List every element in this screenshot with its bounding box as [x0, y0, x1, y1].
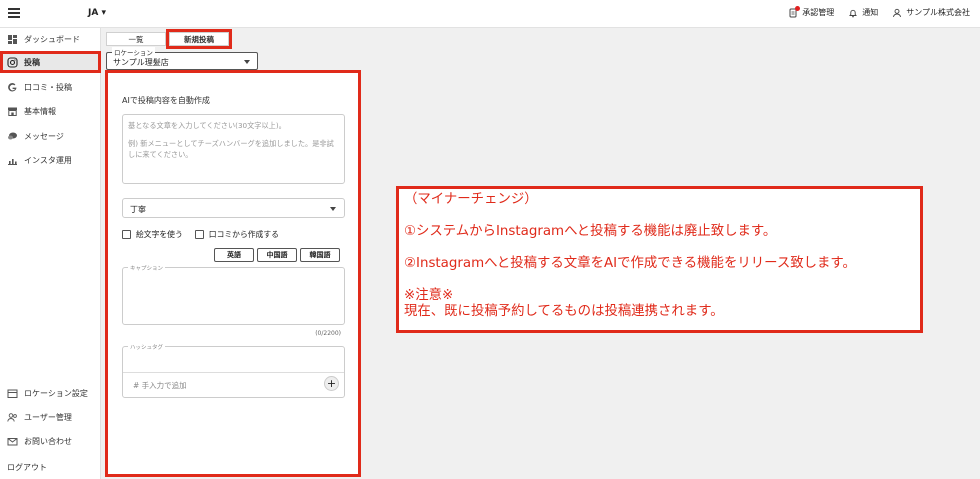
post-tabs: 一覧 新規投稿	[106, 29, 232, 49]
tab-list[interactable]: 一覧	[106, 32, 166, 46]
location-value: サンプル理髪店	[113, 58, 169, 67]
menu-icon[interactable]	[8, 8, 20, 18]
tone-select[interactable]: 丁寧	[122, 198, 345, 218]
user-icon	[892, 8, 902, 18]
review-checkbox[interactable]: 口コミから作成する	[194, 229, 279, 240]
hashtag-input[interactable]: # 手入力で追加	[133, 380, 187, 391]
mail-icon	[7, 437, 18, 445]
korean-button[interactable]: 韓国語	[300, 248, 340, 262]
google-icon	[8, 82, 17, 91]
account-button[interactable]: サンプル株式会社	[892, 7, 970, 18]
tab-new-post[interactable]: 新規投稿	[166, 29, 232, 49]
sidebar-item-insta-ops[interactable]: インスタ運用	[0, 149, 101, 171]
hashtag-label: ハッシュタグ	[128, 343, 166, 351]
notice-title: （マイナーチェンジ）	[404, 192, 538, 207]
new-post-panel: AIで投稿内容を自動作成 基となる文章を入力してください(30文字以上)。 例)…	[105, 70, 361, 477]
char-count: (0/2200)	[315, 330, 341, 337]
notice-note-title: ※注意※	[404, 288, 454, 303]
change-notice: （マイナーチェンジ） ①システムからInstagramへと投稿する機能は廃止致し…	[396, 186, 923, 333]
location-select[interactable]: ロケーション サンプル理髪店	[106, 47, 258, 70]
sidebar: ダッシュボード 投稿 口コミ・投稿 基本情報 メッセージ インスタ運用 ロケーシ…	[0, 28, 101, 479]
hashtag-field: ハッシュタグ # 手入力で追加 +	[122, 343, 345, 398]
plus-icon: +	[326, 377, 337, 390]
notice-line-1: ①システムからInstagramへと投稿する機能は廃止致します。	[404, 224, 777, 239]
users-icon	[7, 412, 17, 422]
approval-bell-icon	[788, 5, 801, 18]
language-selector[interactable]: JA ▾	[88, 8, 106, 18]
notice-line-2: ②Instagramへと投稿する文章をAIで作成できる機能をリリース致します。	[404, 256, 856, 271]
sidebar-item-basic-info[interactable]: 基本情報	[0, 100, 101, 122]
chat-icon	[8, 132, 17, 139]
sidebar-item-messages[interactable]: メッセージ	[0, 125, 101, 147]
emoji-checkbox[interactable]: 絵文字を使う	[122, 229, 183, 240]
approval-button[interactable]: 承認管理	[788, 5, 834, 18]
sidebar-item-posts[interactable]: 投稿	[0, 51, 101, 73]
location-icon	[7, 389, 18, 398]
analytics-icon	[8, 158, 17, 165]
sidebar-item-reviews[interactable]: 口コミ・投稿	[0, 76, 101, 98]
sidebar-item-location-settings[interactable]: ロケーション設定	[0, 382, 101, 404]
ai-section-title: AIで投稿内容を自動作成	[122, 96, 210, 105]
chevron-down-icon	[330, 207, 336, 211]
base-text-input[interactable]: 基となる文章を入力してください(30文字以上)。 例) 新メニューとしてチーズハ…	[122, 114, 345, 184]
logout-button[interactable]: ログアウト	[0, 456, 101, 478]
english-button[interactable]: 英語	[214, 248, 254, 262]
notifications-button[interactable]: 通知	[848, 7, 878, 18]
store-icon	[8, 107, 17, 116]
notice-note-body: 現在、既に投稿予約してるものは投稿連携されます。	[404, 304, 724, 319]
sidebar-item-user-management[interactable]: ユーザー管理	[0, 406, 101, 428]
dashboard-icon	[8, 34, 17, 44]
sidebar-item-contact[interactable]: お問い合わせ	[0, 430, 101, 452]
top-bar: JA ▾ 承認管理 通知 サンプル株式会社	[0, 0, 980, 28]
chevron-down-icon	[244, 60, 250, 64]
caption-input[interactable]: キャプション	[122, 264, 345, 325]
caption-label: キャプション	[128, 264, 166, 272]
add-hashtag-button[interactable]: +	[324, 376, 339, 391]
instagram-icon	[7, 56, 18, 68]
checkbox-box[interactable]	[194, 230, 204, 239]
location-label: ロケーション	[112, 47, 155, 57]
chinese-button[interactable]: 中国語	[257, 248, 297, 262]
sidebar-item-dashboard[interactable]: ダッシュボード	[0, 28, 101, 50]
bell-icon	[848, 8, 858, 18]
checkbox-box[interactable]	[122, 230, 131, 239]
